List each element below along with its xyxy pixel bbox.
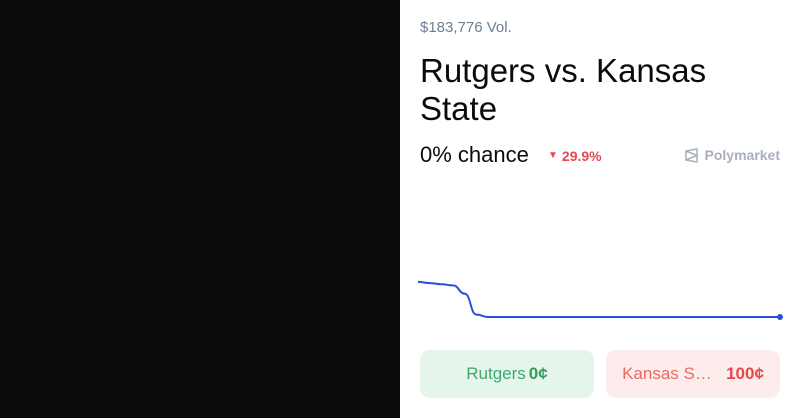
chance-row: 0% chance ▼ 29.9% Polymarket — [420, 142, 780, 170]
market-title[interactable]: Rutgers vs. Kansas State — [420, 52, 780, 128]
brand-name: Polymarket — [704, 147, 780, 163]
price-chart — [417, 280, 783, 320]
buy-kansas-state-button[interactable]: Kansas State 100¢ — [606, 350, 780, 398]
chart-series-line — [417, 280, 780, 318]
outcome-label-kansas-state: Kansas State — [622, 364, 717, 383]
outcome-price-rutgers: 0¢ — [528, 364, 548, 383]
polymarket-logo-icon — [684, 147, 699, 163]
chance-value: 0% chance — [420, 142, 529, 167]
outcome-label-rutgers: Rutgers — [466, 364, 526, 383]
left-dark-panel — [0, 0, 400, 418]
volume-label: $183,776 Vol. — [420, 19, 512, 36]
polymarket-brand[interactable]: Polymarket — [684, 147, 780, 163]
change-value: 29.9% — [561, 148, 602, 164]
down-triangle-icon: ▼ — [548, 150, 558, 161]
change-indicator: ▼ 29.9% — [548, 148, 602, 164]
buy-rutgers-button[interactable]: Rutgers 0¢ — [420, 350, 594, 398]
market-card: $183,776 Vol. Rutgers vs. Kansas State 0… — [400, 0, 800, 418]
chart-end-point — [777, 314, 783, 320]
outcome-price-kansas-state: 100¢ — [726, 364, 764, 383]
